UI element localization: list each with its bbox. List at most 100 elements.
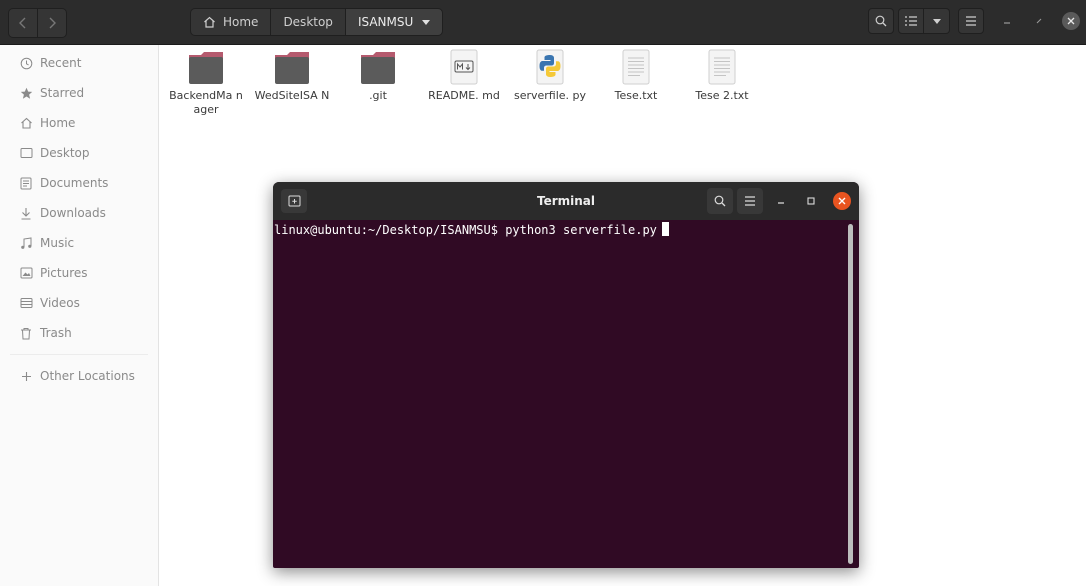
view-options-icon [932,18,941,24]
home-icon [19,116,33,130]
header-controls [868,8,1086,34]
videos-icon [19,296,33,310]
places-sidebar: Recent Starred Home Desktop Documents Do… [0,45,159,586]
sidebar-item-label: Documents [40,176,109,190]
sidebar-item-documents[interactable]: Documents [0,168,158,198]
close-button[interactable] [1062,12,1080,30]
minimize-icon [1004,22,1010,24]
documents-icon [19,176,33,190]
file-name: .git [369,89,387,102]
file-name: WedSiteISA N [254,89,330,102]
menu-icon [745,196,755,206]
sidebar-item-downloads[interactable]: Downloads [0,198,158,228]
file-name: Tese.txt [614,89,658,102]
terminal-window[interactable]: Terminal linux@ubuntu:~/Desktop/ISANMSU$… [273,182,859,568]
home-icon [203,16,216,28]
plus-icon [19,369,33,383]
path-current-folder-button[interactable]: ISANMSU [344,8,444,36]
search-icon [714,195,726,207]
star-icon [19,86,33,100]
terminal-controls [703,188,851,214]
terminal-minimize-button[interactable] [769,188,793,214]
text-file-icon [708,49,736,85]
maximize-icon [1036,18,1042,24]
terminal-maximize-button[interactable] [799,188,823,214]
minimize-button[interactable] [994,8,1020,34]
file-name: README. md [428,89,500,102]
sidebar-item-label: Music [40,236,75,250]
close-icon [1067,17,1075,25]
sidebar-item-other-locations[interactable]: Other Locations [0,361,158,391]
sidebar-item-label: Desktop [40,146,90,160]
sidebar-item-label: Home [40,116,76,130]
sidebar-item-label: Other Locations [40,369,135,383]
maximize-button[interactable] [1026,8,1052,34]
file-name: serverfile. py [513,89,587,102]
chevron-right-icon [49,17,56,29]
terminal-output[interactable]: linux@ubuntu:~/Desktop/ISANMSU$ python3 … [273,220,859,568]
file-item-folder[interactable]: BackendMa nager [163,49,249,117]
chevron-left-icon [19,17,26,29]
desktop-icon [19,146,33,160]
path-bar: Home Desktop ISANMSU [190,8,444,36]
terminal-header-bar: Terminal [273,182,859,220]
close-icon [838,197,846,205]
files-header-bar: Home Desktop ISANMSU [0,0,1086,45]
folder-icon [361,52,395,84]
path-home-label: Home [223,15,259,29]
python-file-icon [536,49,564,85]
music-icon [19,236,33,250]
sidebar-item-pictures[interactable]: Pictures [0,258,158,288]
sidebar-item-label: Videos [40,296,80,310]
forward-button[interactable] [38,8,67,38]
folder-icon [189,52,223,84]
sidebar-item-music[interactable]: Music [0,228,158,258]
path-current-label: ISANMSU [357,15,414,29]
search-button[interactable] [868,8,894,34]
sidebar-item-recent[interactable]: Recent [0,48,158,78]
terminal-close-button[interactable] [833,192,851,210]
terminal-command-line: linux@ubuntu:~/Desktop/ISANMSU$ python3 … [274,223,657,237]
sidebar-item-label: Recent [40,56,82,70]
sidebar-item-starred[interactable]: Starred [0,78,158,108]
file-item-markdown[interactable]: README. md [421,49,507,103]
sidebar-item-label: Starred [40,86,85,100]
maximize-icon [807,197,815,205]
navigation-buttons [8,8,67,38]
terminal-search-button[interactable] [707,188,733,214]
sidebar-item-videos[interactable]: Videos [0,288,158,318]
sidebar-divider [10,354,148,355]
pictures-icon [19,266,33,280]
view-list-icon [905,16,917,26]
download-icon [19,206,33,220]
terminal-cursor [661,222,669,236]
file-name: Tese 2.txt [695,89,749,102]
trash-icon [19,326,33,340]
view-list-button[interactable] [898,8,924,34]
sidebar-item-home[interactable]: Home [0,108,158,138]
path-home-button[interactable]: Home [190,8,271,36]
file-item-folder[interactable]: .git [335,49,421,103]
menu-icon [966,16,976,26]
clock-icon [19,56,33,70]
sidebar-item-desktop[interactable]: Desktop [0,138,158,168]
back-button[interactable] [8,8,38,38]
path-desktop-button[interactable]: Desktop [270,8,345,36]
file-item-python[interactable]: serverfile. py [507,49,593,103]
file-name: BackendMa nager [169,89,243,116]
folder-icon [275,52,309,84]
file-item-text[interactable]: Tese 2.txt [679,49,765,103]
search-icon [875,15,887,27]
minimize-icon [778,202,784,204]
sidebar-item-label: Downloads [40,206,106,220]
sidebar-item-label: Trash [40,326,72,340]
file-item-text[interactable]: Tese.txt [593,49,679,103]
view-options-button[interactable] [924,8,950,34]
file-item-folder[interactable]: WedSiteISA N [249,49,335,103]
dropdown-arrow-icon [422,19,431,25]
menu-button[interactable] [958,8,984,34]
terminal-scrollbar[interactable] [848,224,853,564]
terminal-menu-button[interactable] [737,188,763,214]
text-file-icon [622,49,650,85]
sidebar-item-trash[interactable]: Trash [0,318,158,348]
